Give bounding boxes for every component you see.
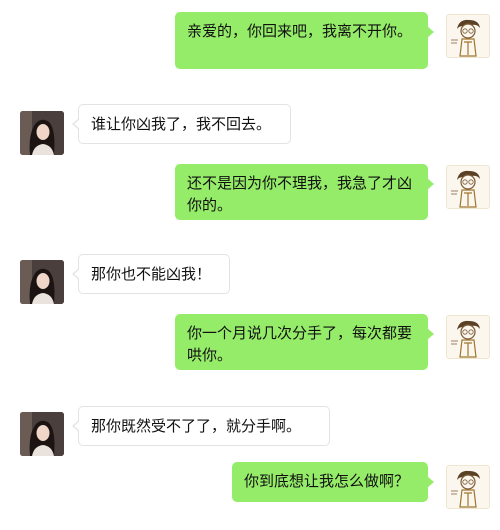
message-bubble-sent[interactable]: 你到底想让我怎么做啊？ [232, 462, 434, 502]
avatar-partner[interactable] [20, 412, 64, 456]
cartoon-man-avatar-icon [451, 320, 480, 358]
woman-photo-avatar [20, 111, 64, 155]
avatar-me[interactable] [446, 315, 490, 359]
message-text: 你一个月说几次分手了，每次都要哄你。 [187, 324, 413, 364]
message-bubble-received[interactable]: 那你既然受不了了，就分手啊。 [72, 406, 330, 446]
message-bubble-sent[interactable]: 亲爱的，你回来吧，我离不开你。 [175, 12, 434, 69]
cartoon-man-avatar-icon [451, 470, 480, 508]
message-bubble-received[interactable]: 谁让你凶我了，我不回去。 [72, 104, 291, 144]
avatar-me[interactable] [446, 14, 490, 58]
avatar-partner[interactable] [20, 260, 64, 304]
message-bubble-sent[interactable]: 还不是因为你不理我，我急了才凶你的。 [175, 164, 434, 220]
message-bubble-received[interactable]: 那你也不能凶我！ [72, 254, 230, 294]
cartoon-man-avatar-icon [451, 19, 480, 57]
message-text: 那你也不能凶我！ [91, 265, 212, 283]
avatar-me[interactable] [446, 165, 490, 209]
message-text: 亲爱的，你回来吧，我离不开你。 [187, 22, 413, 40]
message-bubble-sent[interactable]: 你一个月说几次分手了，每次都要哄你。 [175, 314, 434, 370]
message-text: 那你既然受不了了，就分手啊。 [91, 417, 302, 435]
avatar-me[interactable] [446, 465, 490, 509]
woman-photo-avatar [20, 412, 64, 456]
message-text: 还不是因为你不理我，我急了才凶你的。 [187, 174, 413, 214]
message-text: 谁让你凶我了，我不回去。 [91, 115, 272, 133]
avatar-partner[interactable] [20, 111, 64, 155]
cartoon-man-avatar-icon [451, 170, 480, 208]
woman-photo-avatar [20, 260, 64, 304]
chat-conversation: 亲爱的，你回来吧，我离不开你。 谁让你凶我了，我不回去。 还不是因为你不理我，我… [0, 0, 500, 530]
message-text: 你到底想让我怎么做啊？ [244, 472, 410, 490]
